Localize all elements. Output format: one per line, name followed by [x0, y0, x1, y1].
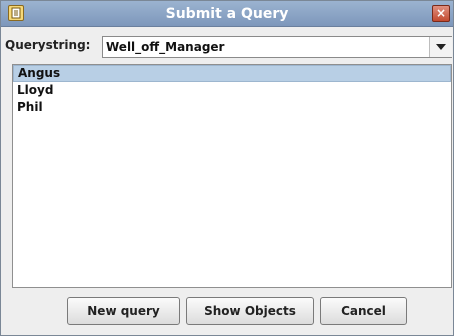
window-title: Submit a Query: [165, 6, 289, 22]
show-objects-button[interactable]: Show Objects: [186, 297, 314, 325]
list-item[interactable]: Phil: [13, 99, 451, 116]
title-bar[interactable]: Submit a Query ×: [1, 1, 453, 27]
close-icon[interactable]: ×: [432, 5, 450, 22]
submit-query-dialog: Submit a Query × Querystring: Well_off_M…: [0, 0, 454, 336]
list-item[interactable]: Angus: [13, 65, 451, 82]
querystring-value: Well_off_Manager: [106, 40, 225, 54]
list-item[interactable]: Lloyd: [13, 82, 451, 99]
button-row: New query Show Objects Cancel: [1, 288, 453, 335]
query-row: Querystring: Well_off_Manager: [1, 27, 453, 65]
querystring-combobox[interactable]: Well_off_Manager: [102, 36, 452, 58]
querystring-label: Querystring:: [5, 38, 91, 52]
dropdown-arrow-button[interactable]: [429, 37, 452, 57]
chevron-down-icon: [436, 44, 446, 50]
new-query-button[interactable]: New query: [67, 297, 180, 325]
cancel-button[interactable]: Cancel: [320, 297, 407, 325]
results-list[interactable]: Angus Lloyd Phil: [12, 64, 452, 288]
